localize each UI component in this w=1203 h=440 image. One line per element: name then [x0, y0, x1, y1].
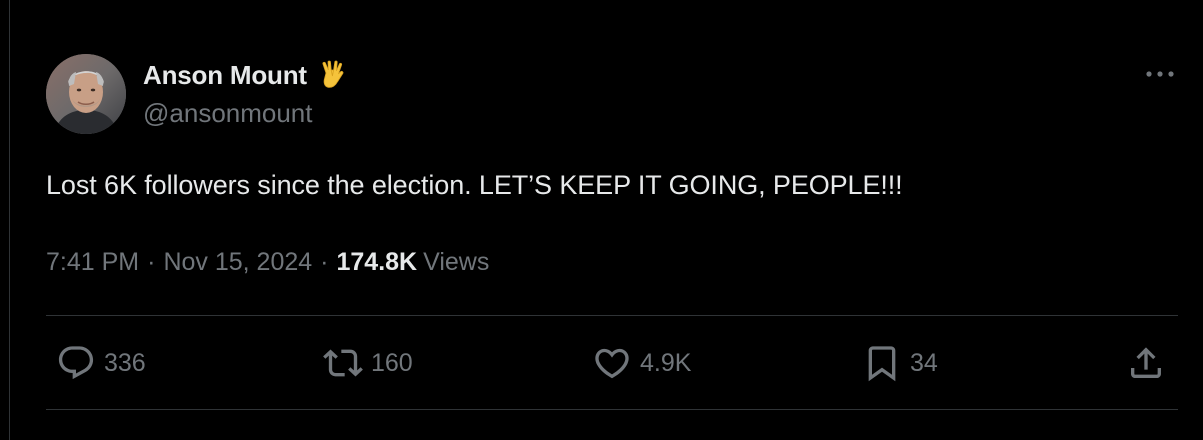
tweet-time[interactable]: 7:41 PM: [46, 248, 139, 277]
repost-icon: [323, 349, 363, 377]
tweet-date[interactable]: Nov 15, 2024: [163, 248, 312, 277]
bookmark-count: 34: [910, 348, 938, 377]
reply-icon: [58, 346, 94, 380]
bookmark-icon: [868, 346, 896, 382]
share-icon: [1131, 347, 1161, 378]
handle[interactable]: @ansonmount: [143, 98, 349, 129]
display-name[interactable]: Anson Mount: [143, 60, 307, 91]
avatar[interactable]: [46, 54, 126, 134]
share-button[interactable]: [1126, 343, 1166, 383]
like-count: 4.9K: [640, 348, 692, 377]
more-icon: [1146, 71, 1174, 77]
repost-count: 160: [371, 348, 413, 377]
meta-separator: ·: [147, 248, 156, 276]
display-name-row: Anson Mount: [143, 58, 349, 92]
views-count: 174.8K: [336, 248, 418, 276]
divider: [46, 315, 1178, 316]
reply-count: 336: [104, 348, 146, 377]
tweet-text: Lost 6K followers since the election. LE…: [46, 170, 903, 200]
vulcan-salute-emoji-icon: [317, 59, 349, 91]
more-options-button[interactable]: [1142, 60, 1178, 88]
bookmark-button[interactable]: 34: [862, 343, 938, 383]
like-button[interactable]: 4.9K: [592, 343, 691, 383]
tweet: Anson Mount @ansonmount Lost 6K follower…: [0, 0, 1203, 440]
reply-button[interactable]: 336: [56, 343, 146, 383]
heart-icon: [595, 348, 629, 379]
avatar-photo: [46, 54, 126, 134]
views-label: Views: [423, 248, 490, 276]
tweet-meta: 7:41 PM · Nov 15, 2024 · 174.8K Views: [46, 248, 489, 277]
divider: [46, 409, 1178, 410]
author-info: Anson Mount @ansonmount: [143, 58, 349, 129]
repost-button[interactable]: 160: [323, 343, 413, 383]
meta-separator: ·: [320, 248, 329, 276]
